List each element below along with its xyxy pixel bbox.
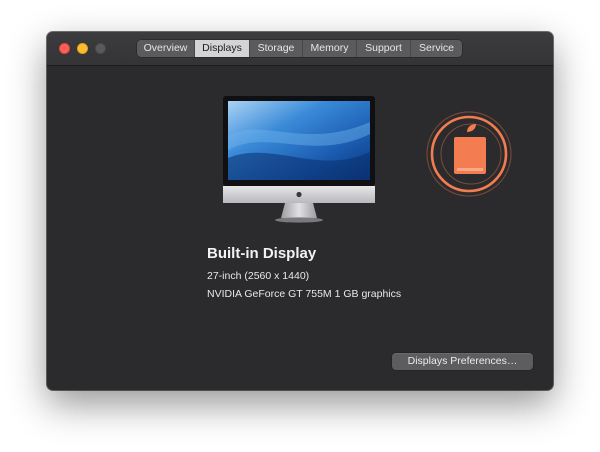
tab-overview[interactable]: Overview [137,40,195,57]
close-button[interactable] [59,43,70,54]
minimize-button[interactable] [77,43,88,54]
zoom-button[interactable] [95,43,106,54]
imac-illustration [223,96,375,223]
about-this-mac-window: Overview Displays Storage Memory Support… [47,32,553,390]
displays-preferences-button[interactable]: Displays Preferences… [392,353,533,370]
tab-service[interactable]: Service [411,40,462,57]
orange-apple-badge-icon [426,111,512,197]
tab-support[interactable]: Support [357,40,411,57]
titlebar: Overview Displays Storage Memory Support… [47,32,553,66]
tab-displays[interactable]: Displays [195,40,250,57]
tab-bar: Overview Displays Storage Memory Support… [137,40,462,57]
display-name: Built-in Display [207,245,317,262]
display-graphics: NVIDIA GeForce GT 755M 1 GB graphics [207,288,402,300]
tab-memory[interactable]: Memory [303,40,357,57]
display-size: 27-inch (2560 x 1440) [207,270,310,282]
tab-storage[interactable]: Storage [250,40,303,57]
